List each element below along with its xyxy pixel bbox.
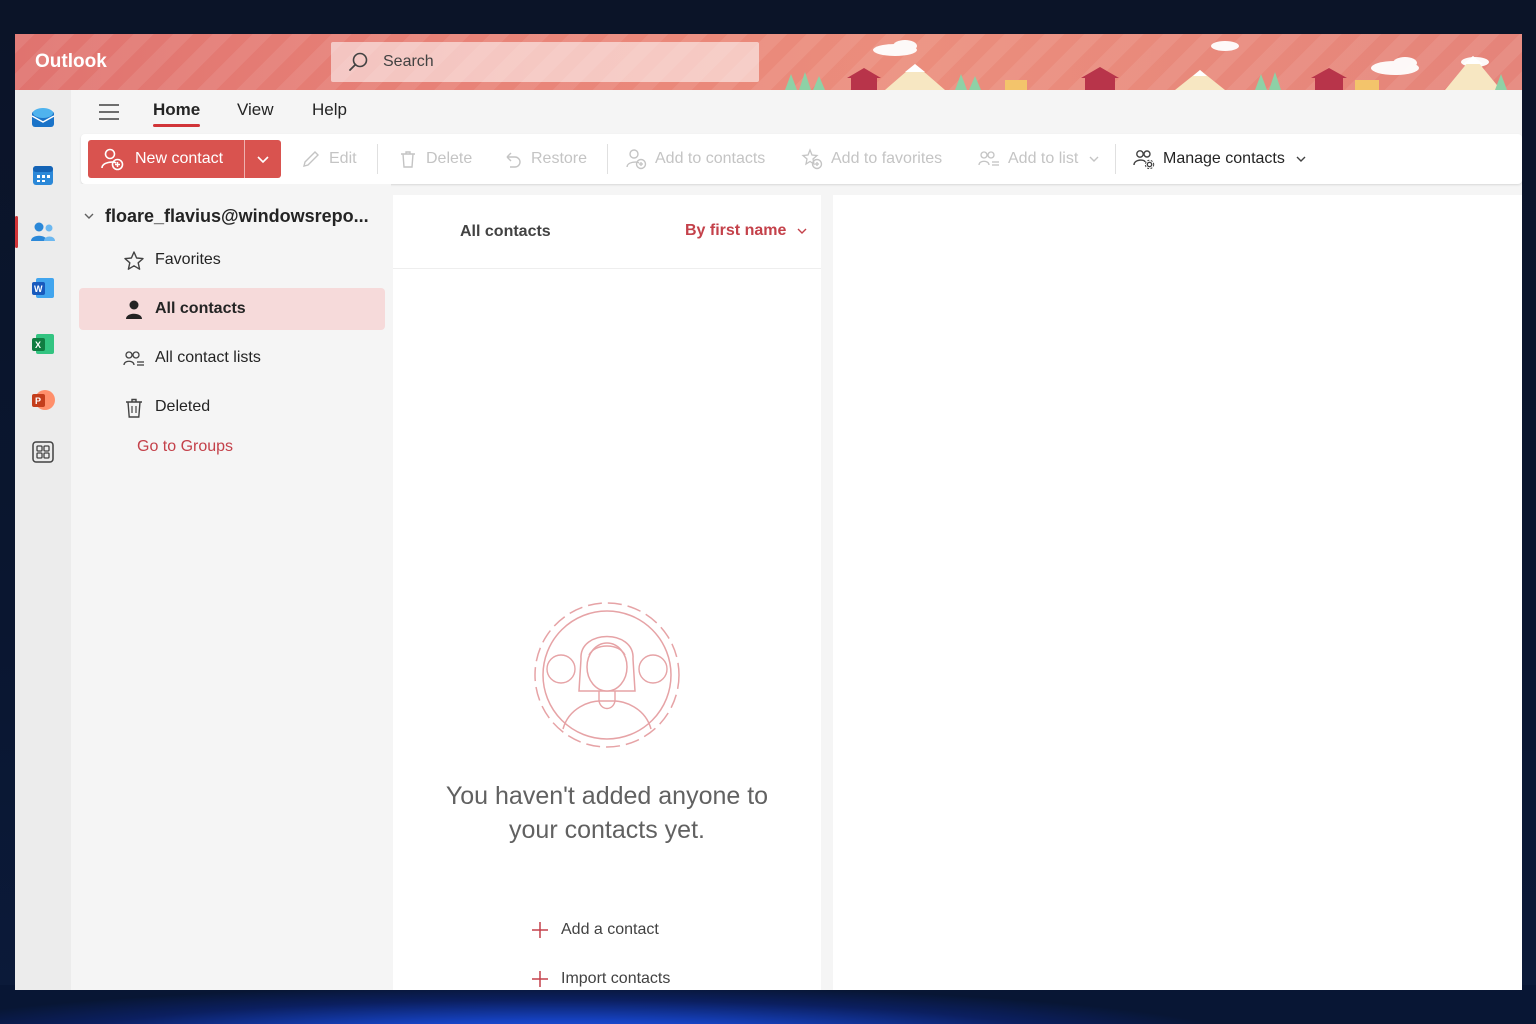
header-theme-illustration xyxy=(785,40,1507,90)
rail-powerpoint[interactable]: P xyxy=(15,376,71,424)
folder-pane: floare_flavius@windowsrepo... Favorites … xyxy=(71,184,391,990)
sort-dropdown[interactable]: By first name xyxy=(685,222,808,240)
word-icon: W xyxy=(32,278,54,298)
chevron-down-icon xyxy=(257,156,269,164)
folder-all-contacts[interactable]: All contacts xyxy=(79,288,385,330)
pencil-icon xyxy=(303,151,319,167)
add-to-contacts-label: Add to contacts xyxy=(655,150,766,167)
mail-icon xyxy=(31,108,55,127)
trash-icon xyxy=(401,151,415,168)
add-to-list-label: Add to list xyxy=(1008,150,1079,167)
chevron-down-icon xyxy=(1296,156,1306,162)
star-icon xyxy=(124,251,144,270)
desktop-wallpaper xyxy=(0,985,1536,1024)
edit-button[interactable]: Edit xyxy=(301,134,357,184)
rail-apps[interactable] xyxy=(15,428,71,476)
search-input[interactable]: Search xyxy=(331,42,759,82)
toolbar-divider xyxy=(607,144,608,174)
new-contact-label: New contact xyxy=(135,150,224,167)
excel-icon: X xyxy=(32,334,54,354)
empty-contacts-illustration xyxy=(534,602,680,748)
app-title: Outlook xyxy=(35,51,107,72)
folder-favorites[interactable]: Favorites xyxy=(79,239,385,281)
folder-label: Favorites xyxy=(155,251,221,268)
account-header[interactable]: floare_flavius@windowsrepo... xyxy=(83,204,369,228)
add-a-contact-label: Add a contact xyxy=(561,921,659,938)
apps-icon xyxy=(32,441,54,463)
empty-state-line: your contacts yet. xyxy=(509,816,705,844)
chevron-down-icon xyxy=(797,228,807,234)
add-person-icon xyxy=(626,149,647,170)
plus-icon xyxy=(532,971,548,987)
rail-word[interactable]: W xyxy=(15,264,71,312)
add-to-contacts-button[interactable]: Add to contacts xyxy=(625,134,765,184)
undo-icon xyxy=(506,152,521,168)
folder-label: All contacts xyxy=(155,300,246,317)
chevron-down-icon xyxy=(1089,156,1099,162)
manage-contacts-button[interactable]: Manage contacts xyxy=(1133,134,1307,184)
list-header: All contacts By first name xyxy=(393,195,821,269)
tab-help[interactable]: Help xyxy=(312,90,347,134)
trash-icon xyxy=(126,398,142,418)
go-to-groups-link[interactable]: Go to Groups xyxy=(137,438,233,456)
star-add-icon xyxy=(801,148,823,170)
person-icon xyxy=(126,300,142,319)
calendar-icon xyxy=(33,166,53,185)
delete-button[interactable]: Delete xyxy=(398,134,472,184)
add-to-favorites-label: Add to favorites xyxy=(831,150,943,167)
empty-state-message: You haven't added anyone to your contact… xyxy=(393,779,821,847)
import-contacts-label: Import contacts xyxy=(561,970,671,987)
hamburger-menu-icon[interactable] xyxy=(98,101,120,123)
search-icon xyxy=(349,52,368,71)
contact-list-icon xyxy=(978,151,999,166)
toolbar-divider xyxy=(1115,144,1116,174)
add-a-contact-button[interactable]: Add a contact xyxy=(531,917,659,943)
folder-label: Deleted xyxy=(155,398,211,415)
add-person-icon xyxy=(101,148,124,171)
list-title: All contacts xyxy=(460,223,551,240)
ribbon-toolbar: New contact Edit Delete Restore Add to c… xyxy=(81,134,1522,184)
people-settings-icon xyxy=(1133,150,1155,170)
rail-calendar[interactable] xyxy=(15,151,71,199)
people-icon xyxy=(31,222,55,241)
rail-mail[interactable] xyxy=(15,94,71,142)
app-rail: W X P xyxy=(15,90,71,990)
folder-deleted[interactable]: Deleted xyxy=(79,386,385,428)
tab-home[interactable]: Home xyxy=(153,90,201,134)
rail-excel[interactable]: X xyxy=(15,320,71,368)
svg-text:W: W xyxy=(34,284,43,294)
edit-label: Edit xyxy=(329,150,357,167)
empty-state-line: You haven't added anyone to xyxy=(445,782,769,810)
add-to-list-button[interactable]: Add to list xyxy=(978,134,1100,184)
restore-label: Restore xyxy=(531,150,588,167)
new-contact-button[interactable]: New contact xyxy=(88,140,245,178)
powerpoint-icon: P xyxy=(32,390,55,410)
svg-text:X: X xyxy=(35,340,41,350)
chevron-down-icon xyxy=(84,213,94,219)
account-email: floare_flavius@windowsrepo... xyxy=(105,205,369,226)
import-contacts-button[interactable]: Import contacts xyxy=(531,966,670,990)
plus-icon xyxy=(532,922,548,938)
manage-contacts-label: Manage contacts xyxy=(1163,150,1285,167)
rail-people[interactable] xyxy=(15,208,71,256)
svg-text:P: P xyxy=(35,396,41,406)
toolbar-divider xyxy=(377,144,378,174)
contact-list-icon xyxy=(123,351,144,366)
delete-label: Delete xyxy=(426,150,473,167)
add-to-favorites-button[interactable]: Add to favorites xyxy=(801,134,942,184)
new-contact-split-button: New contact xyxy=(88,140,281,178)
reading-pane xyxy=(833,195,1522,990)
search-placeholder: Search xyxy=(383,53,434,70)
new-contact-dropdown[interactable] xyxy=(245,140,281,178)
tab-view[interactable]: View xyxy=(237,90,274,134)
ribbon-tabs: Home View Help xyxy=(71,90,1522,134)
outlook-window: Outlook Search W X P Home View Help New … xyxy=(15,34,1522,990)
contact-list-pane: All contacts By first name You haven't a… xyxy=(393,195,821,990)
sort-label: By first name xyxy=(685,222,787,239)
folder-label: All contact lists xyxy=(155,349,261,366)
restore-button[interactable]: Restore xyxy=(503,134,587,184)
title-bar: Outlook Search xyxy=(15,34,1522,90)
folder-all-contact-lists[interactable]: All contact lists xyxy=(79,337,385,379)
